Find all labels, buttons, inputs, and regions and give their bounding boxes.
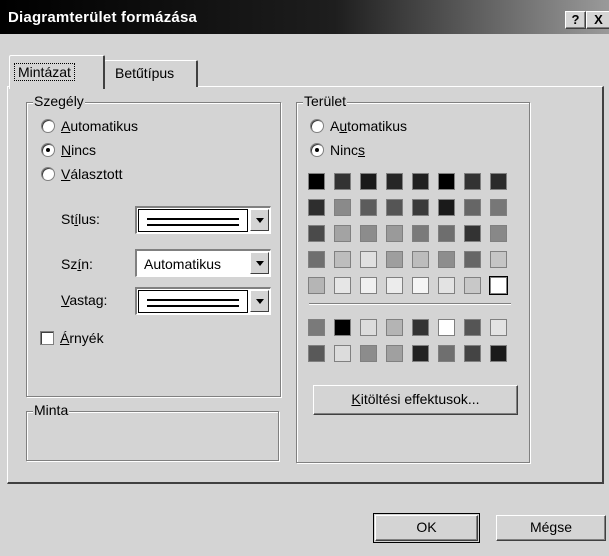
- color-swatch[interactable]: [464, 225, 481, 242]
- color-swatch[interactable]: [438, 199, 455, 216]
- radio-button[interactable]: [41, 119, 55, 133]
- radio-button[interactable]: [310, 143, 324, 157]
- color-swatch[interactable]: [334, 251, 351, 268]
- chevron-down-icon[interactable]: [250, 252, 269, 274]
- tab-label: Mintázat: [14, 63, 75, 81]
- color-swatch[interactable]: [360, 345, 377, 362]
- group-title: Terület: [303, 93, 348, 109]
- color-label: Szín:: [61, 256, 93, 272]
- color-swatch[interactable]: [412, 345, 429, 362]
- color-swatch[interactable]: [438, 251, 455, 268]
- color-swatch[interactable]: [360, 251, 377, 268]
- sample-group: Minta: [26, 402, 279, 461]
- color-swatch[interactable]: [308, 173, 325, 190]
- color-swatch[interactable]: [489, 276, 508, 295]
- color-swatch[interactable]: [386, 173, 403, 190]
- radio-button[interactable]: [41, 167, 55, 181]
- radio-label: Automatikus: [330, 118, 408, 134]
- color-swatch[interactable]: [412, 225, 429, 242]
- color-swatch[interactable]: [464, 319, 481, 336]
- shadow-label: Árnyék: [60, 330, 104, 346]
- window-title: Diagramterület formázása: [8, 9, 198, 26]
- radio-label: Nincs: [330, 142, 366, 158]
- color-swatch[interactable]: [438, 225, 455, 242]
- fill-effects-button[interactable]: Kitöltési effektusok...: [313, 385, 518, 415]
- close-button[interactable]: X: [586, 11, 609, 29]
- line-style-preview: [138, 209, 248, 232]
- style-label: Stílus:: [61, 211, 100, 227]
- color-swatch[interactable]: [386, 251, 403, 268]
- color-swatch[interactable]: [464, 199, 481, 216]
- radio-button[interactable]: [310, 119, 324, 133]
- radio-label: Nincs: [61, 142, 97, 158]
- color-swatch[interactable]: [308, 251, 325, 268]
- color-swatch[interactable]: [490, 345, 507, 362]
- group-title: Szegély: [33, 93, 85, 109]
- color-swatch[interactable]: [360, 319, 377, 336]
- line-color-select[interactable]: Automatikus: [135, 249, 271, 277]
- line-weight-select[interactable]: [135, 287, 271, 315]
- color-swatch[interactable]: [334, 225, 351, 242]
- color-swatch[interactable]: [490, 173, 507, 190]
- color-swatch[interactable]: [308, 225, 325, 242]
- color-swatch[interactable]: [360, 199, 377, 216]
- color-swatch[interactable]: [308, 345, 325, 362]
- color-swatch[interactable]: [334, 345, 351, 362]
- color-swatch[interactable]: [490, 251, 507, 268]
- color-swatch[interactable]: [412, 199, 429, 216]
- color-value: Automatikus: [144, 256, 222, 272]
- shadow-checkbox[interactable]: [40, 331, 54, 345]
- color-swatch[interactable]: [334, 319, 351, 336]
- color-swatch[interactable]: [360, 173, 377, 190]
- line-weight-preview: [138, 290, 248, 313]
- chevron-down-icon[interactable]: [250, 209, 269, 231]
- radio-label: Választott: [61, 166, 123, 182]
- color-swatch[interactable]: [360, 277, 377, 294]
- color-swatch[interactable]: [412, 277, 429, 294]
- radio-button[interactable]: [41, 143, 55, 157]
- color-swatch[interactable]: [386, 277, 403, 294]
- color-swatch[interactable]: [490, 225, 507, 242]
- ok-button[interactable]: OK: [375, 515, 478, 541]
- color-swatch[interactable]: [334, 173, 351, 190]
- color-swatch[interactable]: [490, 199, 507, 216]
- weight-label: Vastag:: [61, 292, 108, 308]
- chevron-down-icon[interactable]: [250, 290, 269, 312]
- palette-separator: [309, 303, 511, 305]
- color-swatch[interactable]: [334, 277, 351, 294]
- color-swatch[interactable]: [386, 199, 403, 216]
- title-bar: Diagramterület formázása ? X: [0, 0, 609, 34]
- tab-betutipus[interactable]: Betűtípus: [104, 60, 198, 87]
- color-swatch[interactable]: [360, 225, 377, 242]
- tab-label: Betűtípus: [115, 65, 175, 81]
- cancel-button[interactable]: Mégse: [496, 515, 606, 541]
- help-button[interactable]: ?: [565, 11, 586, 29]
- color-swatch[interactable]: [438, 277, 455, 294]
- color-swatch[interactable]: [438, 173, 455, 190]
- color-swatch[interactable]: [334, 199, 351, 216]
- color-swatch[interactable]: [412, 251, 429, 268]
- color-swatch[interactable]: [308, 199, 325, 216]
- color-swatch[interactable]: [464, 277, 481, 294]
- color-swatch[interactable]: [490, 319, 507, 336]
- color-swatch[interactable]: [412, 173, 429, 190]
- color-swatch[interactable]: [464, 345, 481, 362]
- color-swatch[interactable]: [438, 319, 455, 336]
- color-swatch[interactable]: [386, 319, 403, 336]
- color-swatch[interactable]: [464, 173, 481, 190]
- color-swatch[interactable]: [438, 345, 455, 362]
- radio-label: Automatikus: [61, 118, 139, 134]
- color-swatch[interactable]: [386, 345, 403, 362]
- color-swatch[interactable]: [308, 319, 325, 336]
- color-swatch[interactable]: [308, 277, 325, 294]
- tab-mintazat[interactable]: Mintázat: [9, 55, 105, 89]
- color-swatch[interactable]: [386, 225, 403, 242]
- group-title: Minta: [33, 402, 70, 418]
- color-swatch[interactable]: [464, 251, 481, 268]
- line-style-select[interactable]: [135, 206, 271, 234]
- color-swatch[interactable]: [412, 319, 429, 336]
